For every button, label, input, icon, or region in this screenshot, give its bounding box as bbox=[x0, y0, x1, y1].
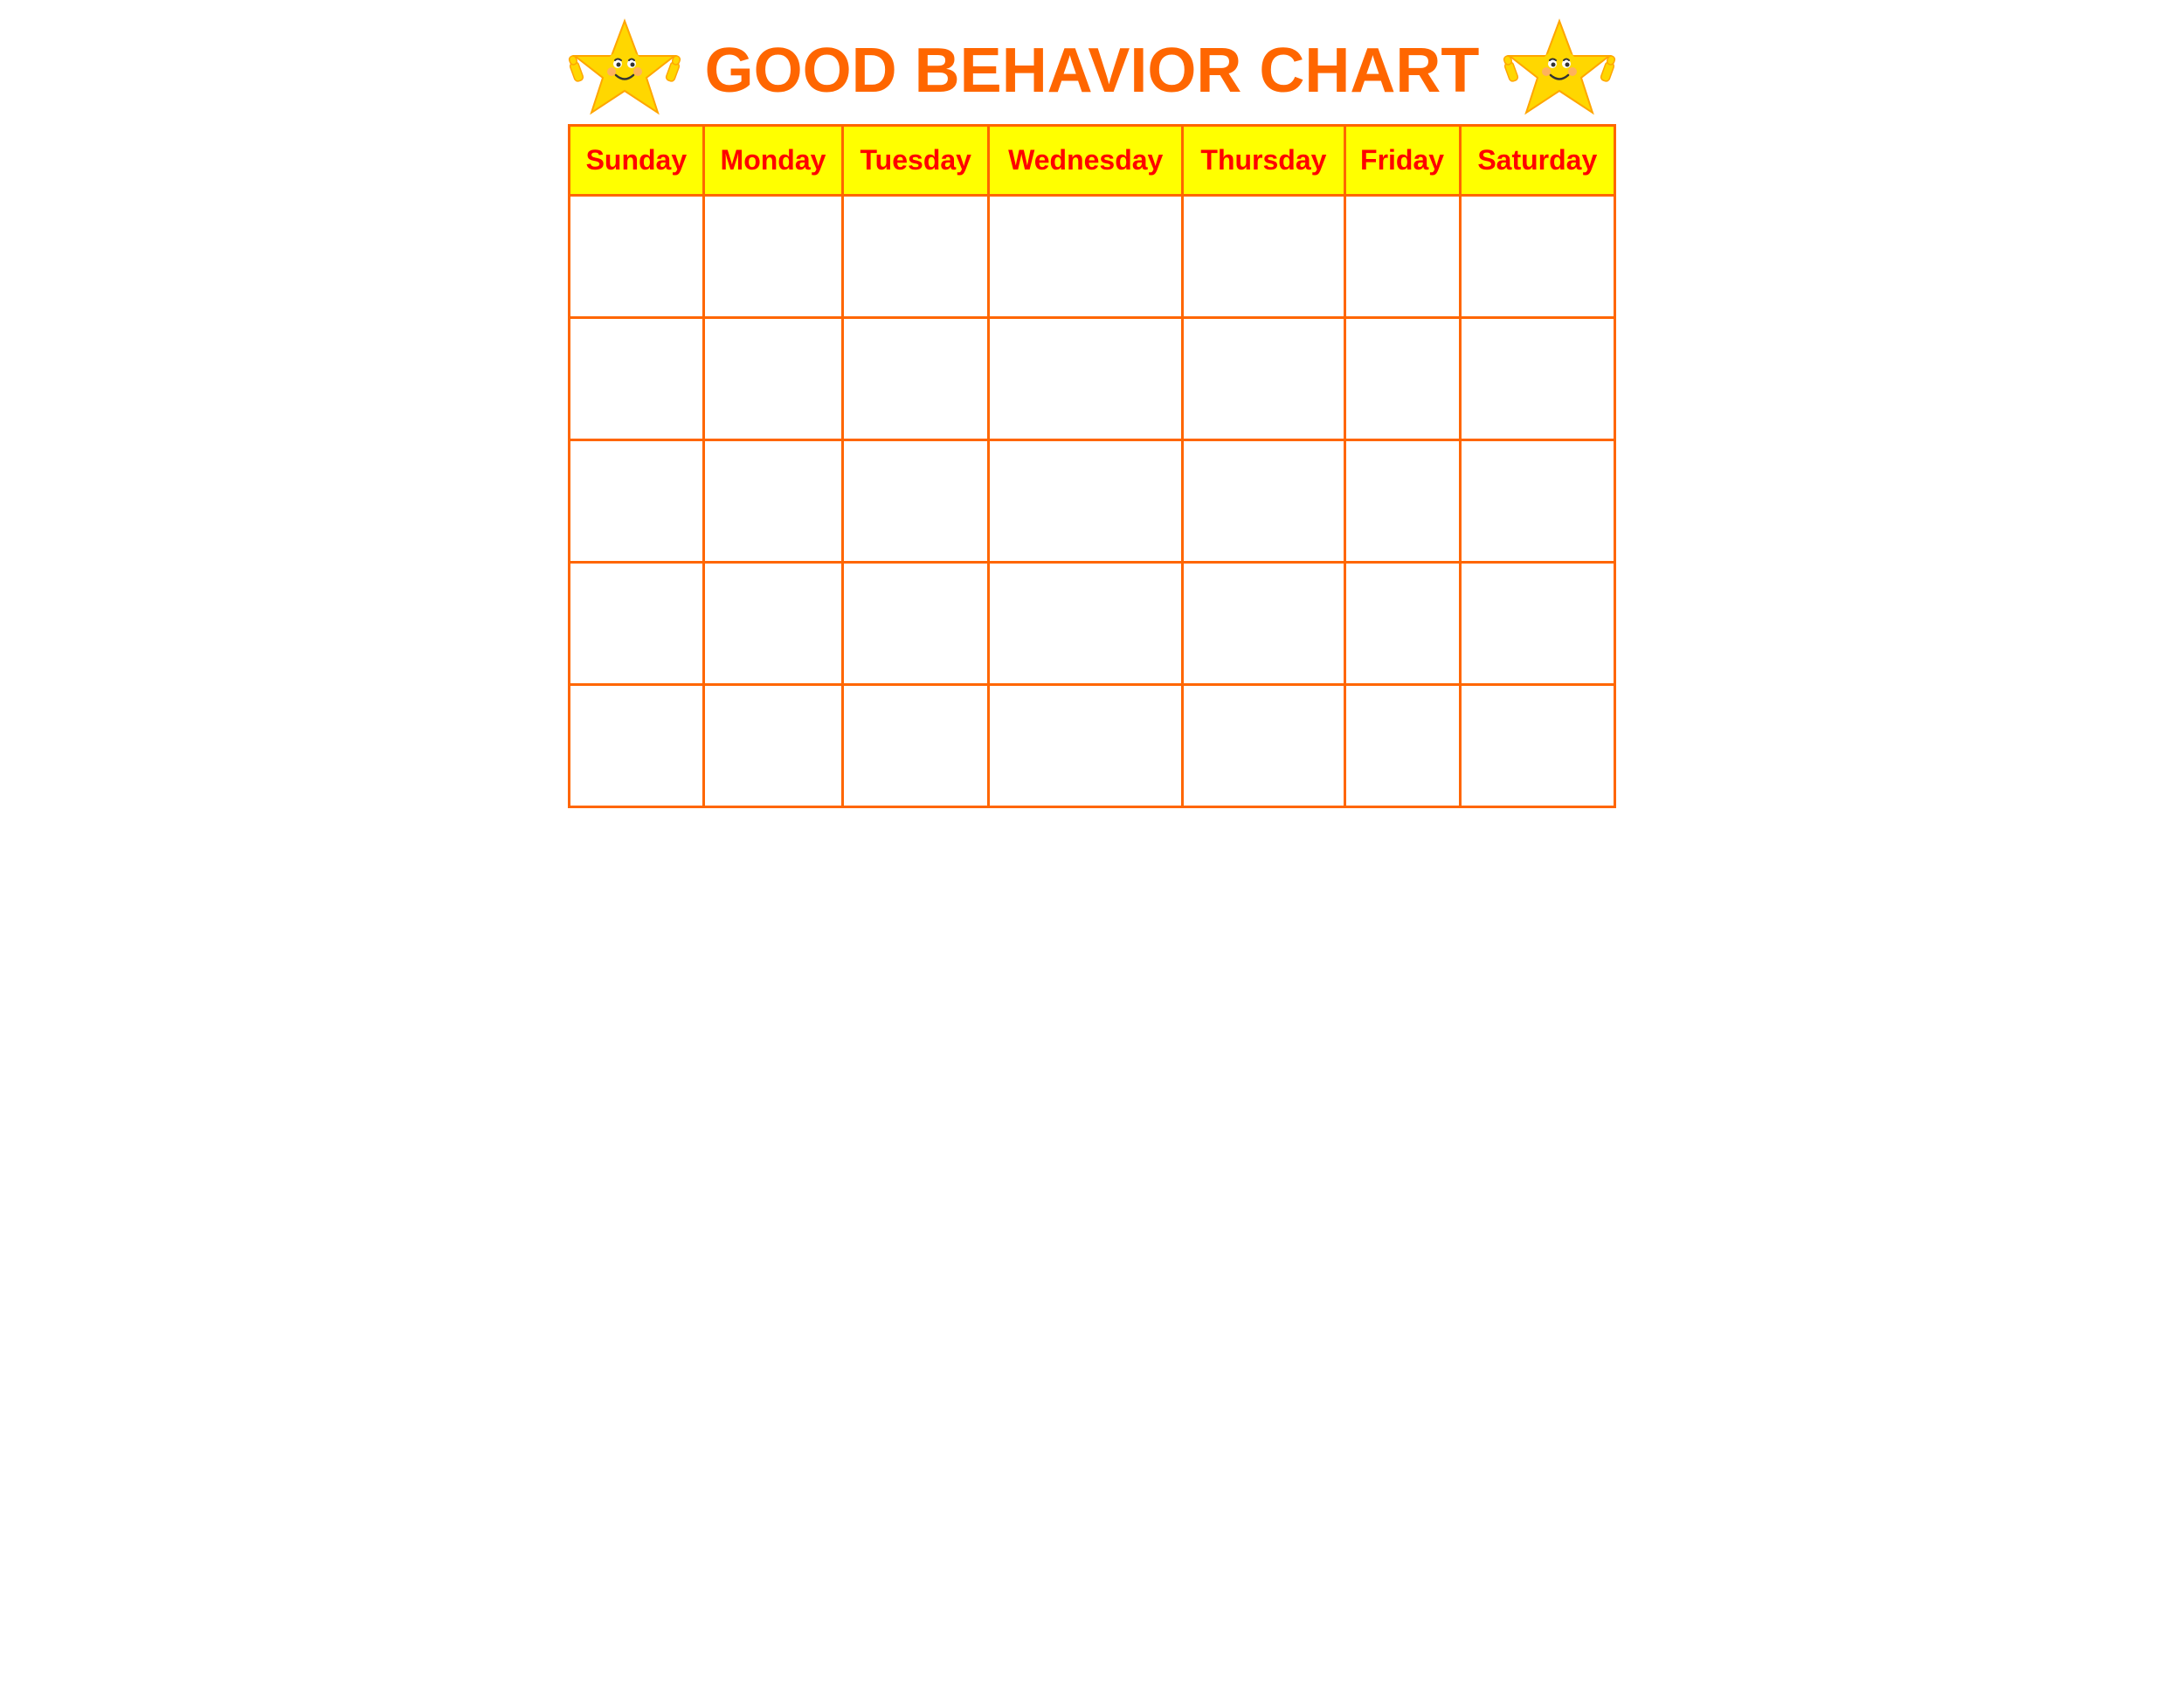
cell-tue-4[interactable] bbox=[843, 563, 989, 685]
cell-wed-2[interactable] bbox=[989, 318, 1183, 440]
table-row bbox=[570, 440, 1615, 563]
page-title: GOOD BEHAVIOR CHART bbox=[568, 35, 1616, 107]
col-sunday: Sunday bbox=[570, 126, 704, 196]
star-right bbox=[1503, 17, 1616, 126]
cell-thu-4[interactable] bbox=[1183, 563, 1344, 685]
table-row bbox=[570, 318, 1615, 440]
star-left bbox=[568, 17, 681, 126]
cell-mon-5[interactable] bbox=[703, 685, 843, 807]
cell-fri-1[interactable] bbox=[1344, 196, 1460, 318]
col-thursday: Thursday bbox=[1183, 126, 1344, 196]
cell-fri-4[interactable] bbox=[1344, 563, 1460, 685]
cell-sat-4[interactable] bbox=[1460, 563, 1614, 685]
col-tuesday: Tuesday bbox=[843, 126, 989, 196]
cell-sun-5[interactable] bbox=[570, 685, 704, 807]
cell-sat-2[interactable] bbox=[1460, 318, 1614, 440]
cell-fri-5[interactable] bbox=[1344, 685, 1460, 807]
cell-mon-1[interactable] bbox=[703, 196, 843, 318]
cell-fri-3[interactable] bbox=[1344, 440, 1460, 563]
col-wednesday: Wednesday bbox=[989, 126, 1183, 196]
cell-sun-1[interactable] bbox=[570, 196, 704, 318]
cell-sat-3[interactable] bbox=[1460, 440, 1614, 563]
cell-wed-5[interactable] bbox=[989, 685, 1183, 807]
cell-tue-5[interactable] bbox=[843, 685, 989, 807]
cell-sat-1[interactable] bbox=[1460, 196, 1614, 318]
table-row bbox=[570, 196, 1615, 318]
cell-thu-2[interactable] bbox=[1183, 318, 1344, 440]
cell-wed-4[interactable] bbox=[989, 563, 1183, 685]
cell-wed-3[interactable] bbox=[989, 440, 1183, 563]
page-container: GOOD BEHAVIOR CHART bbox=[568, 17, 1616, 808]
cell-thu-5[interactable] bbox=[1183, 685, 1344, 807]
cell-thu-3[interactable] bbox=[1183, 440, 1344, 563]
behavior-chart-table: Sunday Monday Tuesday Wednesday Thursday… bbox=[568, 124, 1616, 808]
col-saturday: Saturday bbox=[1460, 126, 1614, 196]
cell-wed-1[interactable] bbox=[989, 196, 1183, 318]
cell-tue-2[interactable] bbox=[843, 318, 989, 440]
right-star-icon bbox=[1503, 17, 1616, 121]
col-friday: Friday bbox=[1344, 126, 1460, 196]
cell-sun-3[interactable] bbox=[570, 440, 704, 563]
cell-sun-4[interactable] bbox=[570, 563, 704, 685]
header: GOOD BEHAVIOR CHART bbox=[568, 17, 1616, 115]
table-row bbox=[570, 563, 1615, 685]
cell-mon-4[interactable] bbox=[703, 563, 843, 685]
cell-fri-2[interactable] bbox=[1344, 318, 1460, 440]
left-star-icon bbox=[568, 17, 681, 121]
cell-mon-2[interactable] bbox=[703, 318, 843, 440]
cell-mon-3[interactable] bbox=[703, 440, 843, 563]
cell-sun-2[interactable] bbox=[570, 318, 704, 440]
cell-thu-1[interactable] bbox=[1183, 196, 1344, 318]
cell-sat-5[interactable] bbox=[1460, 685, 1614, 807]
table-row bbox=[570, 685, 1615, 807]
header-row: Sunday Monday Tuesday Wednesday Thursday… bbox=[570, 126, 1615, 196]
col-monday: Monday bbox=[703, 126, 843, 196]
cell-tue-1[interactable] bbox=[843, 196, 989, 318]
cell-tue-3[interactable] bbox=[843, 440, 989, 563]
